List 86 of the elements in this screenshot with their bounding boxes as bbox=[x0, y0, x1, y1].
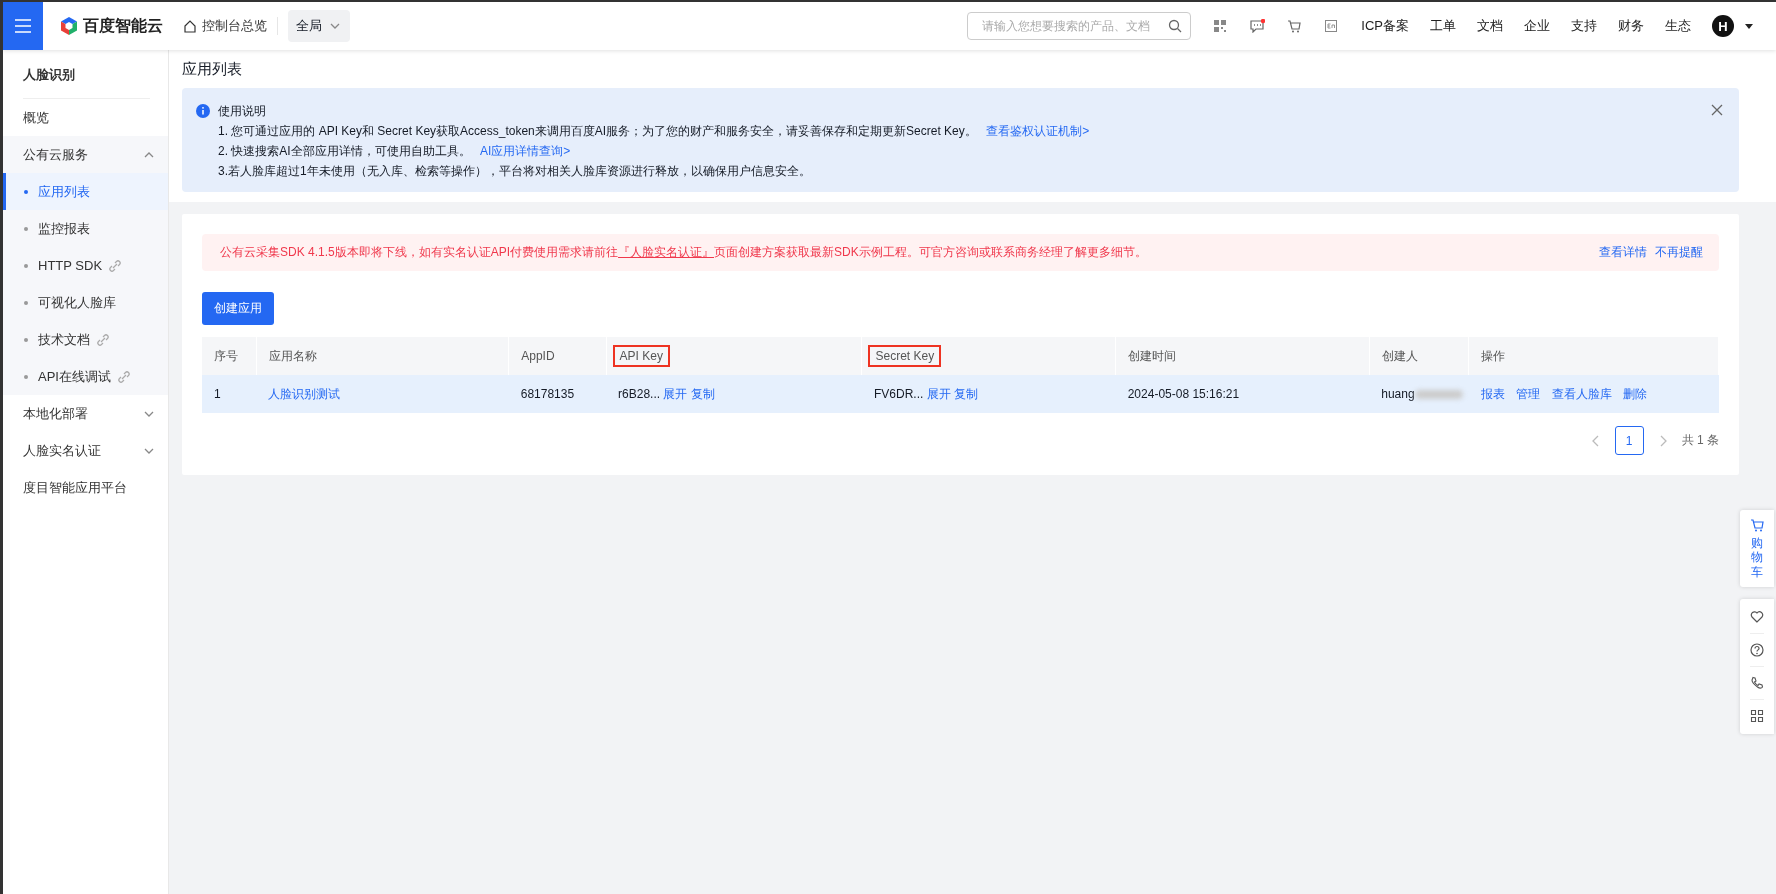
info-text: 3.若人脸库超过1年未使用（无入库、检索等操作），平台将对相关人脸库资源进行释放，以确保用户信息安全。 bbox=[218, 164, 811, 178]
grid-icon[interactable] bbox=[1750, 709, 1764, 724]
phone-icon[interactable] bbox=[1750, 676, 1764, 691]
cart-icon bbox=[1750, 518, 1764, 532]
sidebar-group[interactable]: 本地化部署 bbox=[23, 404, 88, 423]
search-bar[interactable]: 请输入您想要搜索的产品、文档 bbox=[967, 12, 1192, 40]
info-icon bbox=[196, 104, 210, 118]
bullet-icon bbox=[24, 374, 28, 379]
caret-icon[interactable] bbox=[1744, 21, 1754, 31]
column-header: 序号 bbox=[202, 337, 256, 375]
nav-link[interactable]: 工单 bbox=[1430, 17, 1456, 35]
notice-action-link[interactable]: 不再提醒 bbox=[1655, 244, 1703, 261]
language-icon[interactable] bbox=[1324, 19, 1340, 33]
brand-name: 百度智能云 bbox=[83, 15, 163, 36]
bullet-icon bbox=[24, 337, 28, 342]
menu-button[interactable] bbox=[3, 2, 43, 50]
bullet-icon bbox=[24, 263, 28, 268]
creator-name: huang bbox=[1381, 387, 1415, 401]
sidebar-item[interactable]: 应用列表 bbox=[3, 173, 168, 210]
sidebar-item[interactable]: 可视化人脸库 bbox=[3, 284, 168, 321]
key-value: FV6DR... bbox=[873, 386, 924, 401]
bullet-icon bbox=[24, 300, 28, 305]
close-icon[interactable] bbox=[1711, 104, 1723, 116]
sidebar-title: 人脸识别 bbox=[22, 66, 76, 84]
sidebar-group[interactable]: 公有云服务 bbox=[23, 145, 88, 164]
info-text: 1. 您可通过应用的 API Key和 Secret Key获取Access_token来调用百度AI服务；为了您的财产和服务安全，请妥善保存和定期更新Secret Key。 bbox=[218, 124, 977, 138]
page-button[interactable]: 1 bbox=[1614, 426, 1644, 455]
key-action-link[interactable]: 复制 bbox=[690, 386, 715, 401]
row-action-link[interactable]: 删除 bbox=[1622, 386, 1647, 401]
row-action-link[interactable]: 报表 bbox=[1480, 386, 1505, 401]
sidebar-item[interactable]: 概览 bbox=[23, 108, 49, 127]
notice-action-link[interactable]: 查看详情 bbox=[1599, 244, 1647, 261]
key-action-link[interactable]: 复制 bbox=[954, 386, 978, 401]
nav-link[interactable]: 财务 bbox=[1618, 17, 1644, 35]
table-cell: 1 bbox=[202, 375, 256, 413]
message-icon[interactable] bbox=[1250, 19, 1266, 33]
notice-link[interactable]: 『人脸实名认证』 bbox=[618, 245, 715, 259]
nav-link[interactable]: 文档 bbox=[1477, 17, 1503, 35]
table-cell: 2024-05-08 15:16:21 bbox=[1115, 375, 1370, 413]
user-avatar[interactable]: H bbox=[1712, 15, 1734, 37]
nav-link[interactable]: 支持 bbox=[1571, 17, 1597, 35]
chevron-left-icon[interactable] bbox=[1590, 434, 1601, 447]
home-icon bbox=[183, 19, 197, 33]
nav-link[interactable]: ICP备案 bbox=[1361, 17, 1409, 35]
menu-icon bbox=[14, 19, 32, 33]
cart-icon[interactable] bbox=[1287, 19, 1303, 33]
sidebar-item[interactable]: HTTP SDK bbox=[3, 247, 168, 284]
key-action-link[interactable]: 展开 bbox=[926, 386, 951, 401]
column-header: 创建人 bbox=[1369, 337, 1469, 375]
info-link[interactable]: 查看鉴权认证机制> bbox=[986, 124, 1090, 138]
info-text: 2. 快速搜索AI全部应用详情，可使用自助工具。 bbox=[218, 144, 471, 158]
total-count: 共 1 条 bbox=[1681, 432, 1719, 449]
table-cell: 68178135 bbox=[508, 375, 607, 413]
heart-icon[interactable] bbox=[1750, 610, 1764, 625]
qr-code-icon[interactable] bbox=[1213, 19, 1229, 33]
bullet-icon bbox=[24, 226, 28, 231]
console-home-link[interactable]: 控制台总览 bbox=[183, 17, 278, 35]
bullet-icon bbox=[24, 189, 28, 194]
sidebar-group[interactable]: 人脸实名认证 bbox=[23, 441, 101, 460]
row-action-link[interactable]: 管理 bbox=[1516, 386, 1541, 401]
highlighted-header-label: Secret Key bbox=[868, 345, 942, 367]
sidebar-item[interactable]: API在线调试 bbox=[3, 358, 168, 395]
nav-link[interactable]: 企业 bbox=[1524, 17, 1550, 35]
column-header: AppID bbox=[508, 337, 607, 375]
column-header: 创建时间 bbox=[1115, 337, 1370, 375]
column-header: 操作 bbox=[1468, 337, 1719, 375]
create-app-button[interactable]: 创建应用 bbox=[202, 292, 274, 325]
info-link[interactable]: AI应用详情查询> bbox=[480, 144, 571, 158]
sidebar-item[interactable]: 监控报表 bbox=[3, 210, 168, 247]
sidebar-item[interactable]: 度目智能应用平台 bbox=[23, 478, 127, 497]
column-header: 应用名称 bbox=[256, 337, 509, 375]
highlighted-header-label: API Key bbox=[612, 345, 670, 367]
notice-text: 公有云采集SDK 4.1.5版本即将下线，如有实名认证API付费使用需求请前往『人脸实名认证』页面创建方案获取最新SDK示例工程。可官方咨询或联系商务经理了解更多细节。 bbox=[220, 244, 1148, 261]
nav-link[interactable]: 生态 bbox=[1665, 17, 1691, 35]
cloud-logo-icon bbox=[59, 16, 79, 36]
cart-tab[interactable]: 购物车 bbox=[1740, 510, 1774, 588]
key-value: r6B28... bbox=[618, 386, 661, 401]
search-icon bbox=[1168, 19, 1183, 33]
help-icon[interactable] bbox=[1750, 643, 1764, 658]
page-title: 应用列表 bbox=[182, 60, 243, 79]
app-name-link[interactable]: 人脸识别测试 bbox=[268, 386, 340, 401]
key-action-link[interactable]: 展开 bbox=[663, 386, 688, 401]
region-dropdown[interactable]: 全局 bbox=[288, 10, 350, 42]
sidebar-item[interactable]: 技术文档 bbox=[3, 321, 168, 358]
row-action-link[interactable]: 查看人脸库 bbox=[1551, 386, 1612, 401]
info-title: 使用说明 bbox=[218, 104, 267, 118]
